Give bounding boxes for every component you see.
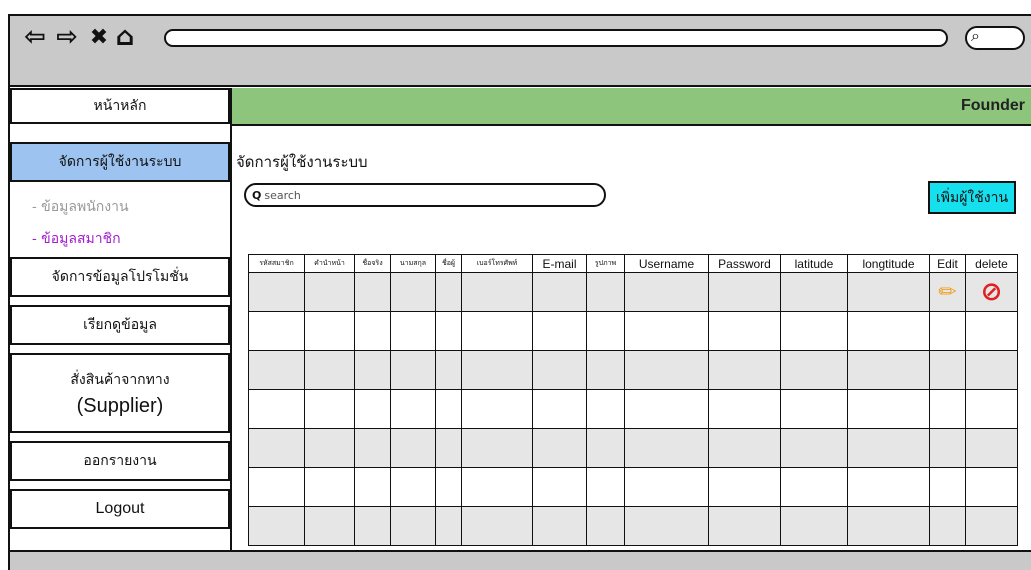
- sidebar-item-label: จัดการผู้ใช้งานระบบ: [58, 154, 182, 170]
- col-username: Username: [624, 254, 709, 273]
- search-placeholder: search: [264, 188, 301, 202]
- col-password: Password: [708, 254, 781, 273]
- col-delete: delete: [965, 254, 1018, 273]
- browser-search-icon: ⌕: [971, 26, 980, 45]
- sidebar-item-order-supplier[interactable]: สั่งสินค้าจากทาง (Supplier): [10, 353, 230, 433]
- col-username-th: ชื่อผู้: [435, 254, 462, 273]
- col-longitude: longtitude: [847, 254, 930, 273]
- table-row: [248, 467, 1018, 507]
- table-row: [248, 311, 1018, 351]
- browser-search-button[interactable]: ⌕: [965, 26, 1025, 50]
- col-lastname: นามสกุล: [390, 254, 436, 273]
- browser-toolbar: [10, 16, 1031, 87]
- table-row: [248, 389, 1018, 429]
- table-row: [248, 350, 1018, 390]
- col-member-id: รหัสสมาชิก: [248, 254, 305, 273]
- sidebar-item-label: เรียกดูข้อมูล: [83, 317, 157, 333]
- table-row: [248, 428, 1018, 468]
- add-user-label: เพิ่มผู้ใช้งาน: [935, 189, 1009, 206]
- sidebar-item-logout[interactable]: Logout: [10, 489, 230, 529]
- table-row: [248, 506, 1018, 546]
- sidebar-item-report[interactable]: ออกรายงาน: [10, 441, 230, 481]
- sidebar-subitem-member[interactable]: - ข้อมูลสมาชิก: [32, 228, 121, 250]
- sidebar-item-label: สั่งสินค้าจากทาง: [70, 371, 170, 388]
- col-picture: รูปภาพ: [586, 254, 625, 273]
- page-title: จัดการผู้ใช้งานระบบ: [236, 153, 368, 171]
- col-prefix: คำนำหน้า: [304, 254, 355, 273]
- col-edit: Edit: [929, 254, 966, 273]
- header-bar: Founder: [232, 88, 1031, 126]
- sidebar-item-label: ออกรายงาน: [83, 453, 157, 469]
- sidebar-item-view-data[interactable]: เรียกดูข้อมูล: [10, 305, 230, 345]
- sidebar-subitem-employee[interactable]: - ข้อมูลพนักงาน: [32, 196, 129, 218]
- address-bar[interactable]: [164, 29, 948, 47]
- table-header-row: รหัสสมาชิก คำนำหน้า ชื่อจริง นามสกุล ชื่…: [248, 254, 1018, 273]
- col-latitude: latitude: [780, 254, 848, 273]
- sidebar-item-manage-users[interactable]: จัดการผู้ใช้งานระบบ: [10, 142, 230, 182]
- search-icon: Q: [252, 188, 262, 202]
- sidebar: หน้าหลัก จัดการผู้ใช้งานระบบ - ข้อมูลพนั…: [10, 88, 232, 550]
- status-bar: [10, 550, 1031, 570]
- brand-label: Founder: [961, 97, 1025, 114]
- home-icon[interactable]: ⌂: [110, 22, 140, 52]
- sidebar-item-label: จัดการข้อมูลโปรโมชั่น: [51, 269, 189, 285]
- sidebar-item-home[interactable]: หน้าหลัก: [10, 88, 230, 124]
- col-phone: เบอร์โทรศัพท์: [461, 254, 533, 273]
- sidebar-item-label: หน้าหลัก: [93, 98, 147, 114]
- add-user-button[interactable]: เพิ่มผู้ใช้งาน: [928, 181, 1016, 214]
- sidebar-item-promotion[interactable]: จัดการข้อมูลโปรโมชั่น: [10, 257, 230, 297]
- back-icon[interactable]: ⇦: [20, 22, 50, 52]
- forward-icon[interactable]: ⇨: [52, 22, 82, 52]
- col-firstname: ชื่อจริง: [354, 254, 391, 273]
- delete-icon[interactable]: ⊘: [981, 277, 1003, 307]
- sidebar-item-label: Logout: [95, 500, 145, 517]
- edit-icon[interactable]: ✏: [938, 280, 956, 305]
- sidebar-item-label-supplier: (Supplier): [76, 394, 164, 417]
- member-table: รหัสสมาชิก คำนำหน้า ชื่อจริง นามสกุล ชื่…: [248, 254, 1018, 546]
- search-input[interactable]: Q search: [244, 183, 606, 207]
- table-row: ✏ ⊘: [248, 272, 1018, 312]
- col-email: E-mail: [532, 254, 587, 273]
